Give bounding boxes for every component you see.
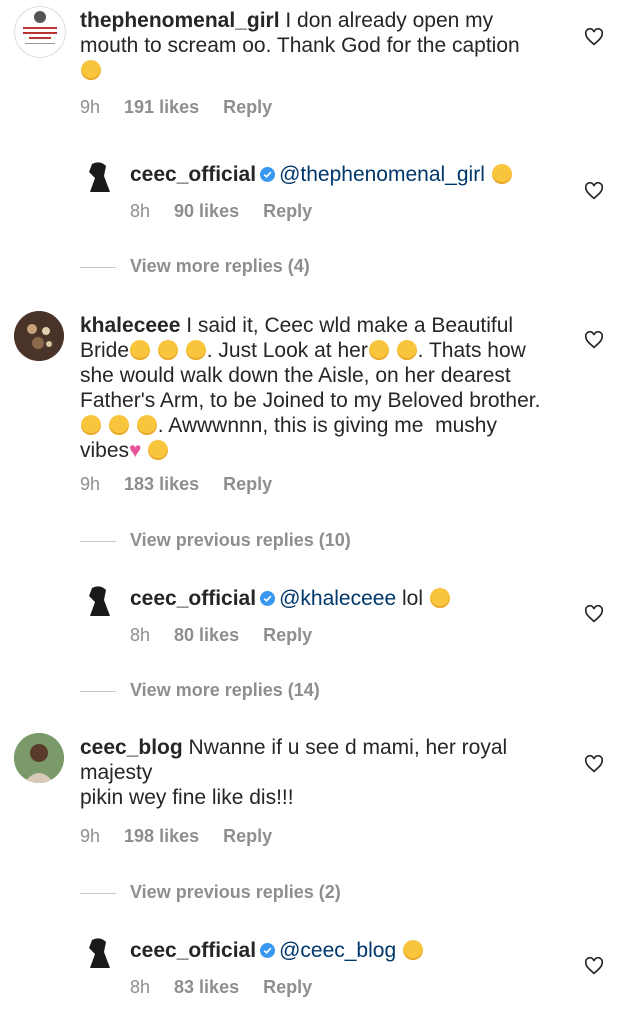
view-link-label: View previous replies (2) [130, 882, 341, 902]
likes-count[interactable]: 198 likes [124, 826, 199, 846]
avatar-image [89, 586, 110, 616]
reply-button[interactable]: Reply [263, 977, 312, 997]
username[interactable]: ceec_official [130, 939, 256, 962]
view-link-label: View previous replies (10) [130, 530, 351, 550]
comment-khaleceee: khaleceee I said it, Ceec wld make a Bea… [0, 305, 640, 505]
heart-eyes-emoji [108, 415, 129, 435]
comment-meta: 9h 191 likes Reply [80, 96, 296, 118]
smiling-emoji [81, 415, 101, 435]
smiling-emoji [148, 440, 169, 460]
comment-text: ceec_official @ceec_blog [130, 938, 560, 963]
heart-icon[interactable] [584, 605, 604, 623]
verified-badge-icon [260, 591, 276, 606]
mention-link[interactable]: @khaleceee [279, 587, 396, 610]
timestamp: 9h [80, 97, 101, 117]
comment-meta: 9h 183 likes Reply [80, 473, 296, 495]
heart-icon[interactable] [584, 755, 604, 773]
reply-button[interactable]: Reply [263, 201, 312, 221]
avatar[interactable] [80, 158, 118, 196]
flushed-emoji [81, 60, 101, 80]
kissing-emoji [402, 940, 423, 960]
comment-body: lol [396, 587, 423, 610]
likes-count[interactable]: 191 likes [124, 97, 199, 117]
heart-icon[interactable] [584, 957, 604, 975]
avatar[interactable] [14, 6, 66, 58]
view-link-label: View more replies (4) [130, 256, 310, 276]
username[interactable]: ceec_official [130, 587, 256, 610]
reply-ceec-official-3: ceec_official @ceec_blog 8h 83 likes Reply [0, 926, 640, 1012]
heart-icon[interactable] [584, 28, 604, 46]
reply-button[interactable]: Reply [263, 625, 312, 645]
avatar[interactable] [14, 733, 64, 783]
comment-meta: 8h 90 likes Reply [130, 200, 336, 222]
hugging-emoji [368, 340, 389, 360]
reply-button[interactable]: Reply [223, 474, 272, 494]
heart-icon[interactable] [584, 331, 604, 349]
timestamp: 8h [130, 625, 151, 645]
avatar[interactable] [14, 311, 64, 361]
hugging-emoji [130, 340, 151, 360]
view-previous-replies-link[interactable]: View previous replies (10) [80, 529, 351, 551]
likes-count[interactable]: 183 likes [124, 474, 199, 494]
avatar[interactable] [80, 934, 118, 972]
comment-text: khaleceee I said it, Ceec wld make a Bea… [80, 313, 550, 463]
comment-text: ceec_blog Nwanne if u see d mami, her ro… [80, 735, 540, 810]
comment-text: thephenomenal_girl I don already open my… [80, 8, 530, 83]
heart-eyes-emoji [136, 415, 157, 435]
likes-count[interactable]: 90 likes [174, 201, 239, 221]
view-link-label: View more replies (14) [130, 680, 320, 700]
avatar-image [14, 311, 64, 361]
avatar[interactable] [80, 582, 118, 620]
reply-ceec-official-2: ceec_official @khaleceee lol 8h 80 likes Re… [0, 574, 640, 654]
hugging-emoji [157, 340, 178, 360]
view-previous-replies-link[interactable]: View previous replies (2) [80, 881, 341, 903]
laughing-emoji [491, 164, 512, 184]
reply-button[interactable]: Reply [223, 97, 272, 117]
likes-count[interactable]: 83 likes [174, 977, 239, 997]
username[interactable]: ceec_blog [80, 736, 183, 759]
comment-meta: 8h 83 likes Reply [130, 976, 336, 998]
comment-meta: 8h 80 likes Reply [130, 624, 336, 646]
username[interactable]: thephenomenal_girl [80, 9, 280, 32]
avatar-image [89, 938, 110, 968]
comment-meta: 9h 198 likes Reply [80, 825, 296, 847]
divider [80, 690, 116, 692]
laughing-emoji [429, 588, 450, 608]
avatar-image [23, 11, 57, 44]
divider [80, 540, 116, 542]
hugging-emoji [185, 340, 206, 360]
view-more-replies-link[interactable]: View more replies (14) [80, 679, 320, 701]
likes-count[interactable]: 80 likes [174, 625, 239, 645]
view-more-replies-link[interactable]: View more replies (4) [80, 255, 310, 277]
timestamp: 8h [130, 201, 151, 221]
comment-ceec-blog: ceec_blog Nwanne if u see d mami, her ro… [0, 727, 640, 857]
reply-button[interactable]: Reply [223, 826, 272, 846]
heart-icon[interactable] [584, 182, 604, 200]
mention-link[interactable]: @ceec_blog [279, 939, 396, 962]
username[interactable]: ceec_official [130, 163, 256, 186]
username[interactable]: khaleceee [80, 314, 180, 337]
comment-body-part: . Just Look at her [206, 339, 368, 362]
hugging-emoji [396, 340, 417, 360]
reply-ceec-official-1: ceec_official @thephenomenal_girl 8h 90 li… [0, 150, 640, 230]
comment-text: ceec_official @khaleceee lol [130, 586, 560, 611]
timestamp: 9h [80, 474, 101, 494]
verified-badge-icon [260, 167, 276, 182]
timestamp: 9h [80, 826, 101, 846]
divider [80, 892, 116, 894]
comment-thephenomenal-girl: thephenomenal_girl I don already open my… [0, 0, 640, 130]
divider [80, 266, 116, 268]
two-hearts-emoji: ♥ [129, 439, 142, 462]
comment-text: ceec_official @thephenomenal_girl [130, 162, 560, 187]
verified-badge-icon [260, 943, 276, 958]
avatar-image [89, 162, 110, 192]
avatar-image [14, 733, 64, 783]
mention-link[interactable]: @thephenomenal_girl [279, 163, 485, 186]
timestamp: 8h [130, 977, 151, 997]
